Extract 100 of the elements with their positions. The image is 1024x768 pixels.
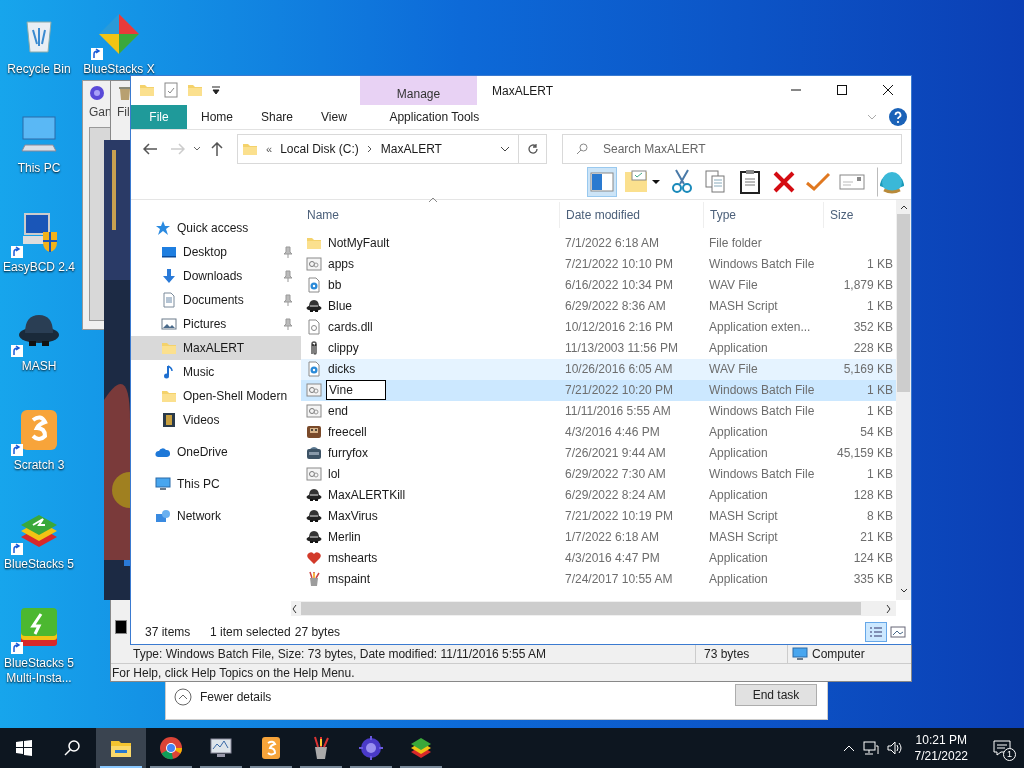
nav-item[interactable]: Open-Shell Modern [131, 383, 301, 408]
file-row[interactable]: dicks 10/26/2016 6:05 AM WAV File 5,169 KB [301, 358, 896, 380]
chevron-up-icon[interactable] [842, 744, 855, 752]
file-row[interactable]: end 11/11/2016 5:55 AM Windows Batch File 1 KB [301, 400, 896, 422]
details-view-icon[interactable] [865, 621, 887, 642]
file-name[interactable]: freecell [328, 423, 367, 442]
maximize-icon [837, 85, 847, 96]
breadcrumb-chevron-icon[interactable] [366, 145, 373, 154]
nav-item[interactable]: Network [131, 503, 301, 528]
file-name[interactable]: apps [328, 255, 355, 274]
back-arrow-icon[interactable] [143, 143, 157, 156]
nav-item[interactable]: OneDrive [131, 439, 301, 464]
nav-item[interactable]: Pictures [131, 311, 301, 336]
column-header[interactable]: Size [823, 201, 894, 228]
breadcrumb-item[interactable]: MaxALERT [380, 140, 442, 159]
ribbon-tab[interactable]: Share [247, 104, 308, 129]
scroll-thumb[interactable] [301, 602, 861, 616]
file-row[interactable]: Vine 7/21/2022 10:20 PM Windows Batch File 1 KB [301, 379, 896, 401]
clock-date[interactable]: 7/21/2022 [914, 748, 968, 764]
file-name[interactable]: MaxVirus [328, 507, 378, 526]
address-bar[interactable]: « Local Disk (C:) MaxALERT [237, 134, 519, 165]
diamond-logo-icon[interactable] [97, 12, 141, 56]
monitor-icon [155, 475, 171, 492]
clock-time[interactable]: 10:21 PM [915, 732, 967, 748]
ribbon-tab[interactable]: Application Tools [375, 104, 493, 129]
fewer-details-link[interactable]: Fewer details [200, 688, 272, 706]
overflow-chevron[interactable]: « [266, 141, 273, 158]
scroll-right-icon[interactable] [884, 603, 892, 614]
preview-pane-button[interactable] [587, 167, 617, 198]
nav-item[interactable]: This PC [131, 471, 301, 496]
file-name[interactable]: Blue [328, 297, 353, 316]
file-name[interactable]: end [328, 402, 349, 421]
file-name[interactable]: cards.dll [328, 318, 373, 337]
file-row[interactable]: freecell 4/3/2016 4:46 PM Application 54 KB [301, 421, 896, 443]
pin-icon[interactable] [283, 293, 293, 306]
recent-locations-icon[interactable] [193, 146, 201, 153]
search-icon [64, 740, 80, 756]
file-name[interactable]: clippy [328, 339, 359, 358]
scroll-left-icon[interactable] [291, 603, 299, 614]
rename-field[interactable]: Vine [326, 380, 386, 401]
volume-icon[interactable] [886, 741, 903, 755]
notification-icon[interactable] [993, 740, 1011, 756]
nav-item[interactable]: Videos [131, 407, 301, 432]
column-header[interactable]: Date modified [559, 201, 703, 228]
file-name[interactable]: lol [328, 465, 340, 484]
search-field[interactable]: Search MaxALERT [562, 134, 902, 165]
date-cell-text: 7/21/2022 10:10 PM [564, 256, 675, 274]
refresh-icon [526, 143, 539, 156]
nav-item[interactable]: Downloads [131, 263, 301, 288]
monitor-chart-icon [209, 736, 233, 760]
file-row[interactable]: clippy 11/13/2003 11:56 PM Application 228 KB [301, 337, 896, 359]
file-row[interactable]: apps 7/21/2022 10:10 PM Windows Batch File 1 KB [301, 253, 896, 275]
file-name[interactable]: mspaint [328, 570, 371, 589]
end-task-button[interactable]: End task [735, 684, 817, 706]
file-name[interactable]: dicks [328, 360, 356, 379]
breadcrumb-item[interactable]: Local Disk (C:) [280, 140, 359, 159]
nav-item[interactable]: Music [131, 359, 301, 384]
type-cell-text: Application [708, 340, 769, 358]
chevron-up-circle-icon[interactable] [174, 688, 192, 706]
file-row[interactable]: mspaint 7/24/2017 10:55 AM Application 335 KB [301, 568, 896, 590]
file-row[interactable]: NotMyFault 7/1/2022 6:18 AM File folder [301, 232, 896, 254]
file-row[interactable]: Merlin 1/7/2022 6:18 AM MASH Script 21 KB [301, 526, 896, 548]
ribbon-tab[interactable]: Home [187, 104, 247, 129]
file-row[interactable]: lol 6/29/2022 7:30 AM Windows Batch File 1 KB [301, 463, 896, 485]
refresh-button[interactable] [519, 134, 547, 165]
date-cell-text: 7/21/2022 10:19 PM [564, 508, 675, 526]
taskbar-app[interactable] [96, 728, 146, 768]
help-icon[interactable] [889, 107, 907, 126]
file-name[interactable]: NotMyFault [328, 234, 390, 253]
sort-ascending-icon[interactable] [428, 196, 438, 203]
file-name[interactable]: MaxALERTKill [328, 486, 406, 505]
horizontal-scrollbar[interactable] [291, 601, 896, 617]
dropdown-caret-icon[interactable] [500, 146, 510, 153]
nav-item[interactable]: MaxALERT [131, 335, 301, 360]
file-row[interactable]: MaxALERTKill 6/29/2022 8:24 AM Application 128 KB [301, 484, 896, 506]
file-name[interactable]: bb [328, 276, 342, 295]
pin-icon[interactable] [283, 245, 293, 258]
network-icon[interactable] [862, 741, 879, 755]
column-header[interactable]: Type [703, 201, 823, 228]
file-row[interactable]: Blue 6/29/2022 8:36 AM MASH Script 1 KB [301, 295, 896, 317]
file-name[interactable]: mshearts [328, 549, 378, 568]
file-row[interactable]: cards.dll 10/12/2016 2:16 PM Application exten... 352 KB [301, 316, 896, 338]
column-header[interactable]: Name [301, 201, 559, 228]
scroll-thumb[interactable] [897, 213, 910, 392]
nav-item[interactable]: Desktop [131, 239, 301, 264]
type-cell-text: Windows Batch File [708, 403, 816, 421]
file-row[interactable]: mshearts 4/3/2016 4:47 PM Application 124 KB [301, 547, 896, 569]
file-name[interactable]: Merlin [328, 528, 361, 547]
up-arrow-icon[interactable] [211, 142, 223, 157]
pin-icon[interactable] [283, 317, 293, 330]
file-name[interactable]: furryfox [328, 444, 368, 463]
file-row[interactable]: MaxVirus 7/21/2022 10:19 PM MASH Script 8 KB [301, 505, 896, 527]
file-row[interactable]: furryfox 7/26/2021 9:44 AM Application 45,159 KB [301, 442, 896, 464]
vertical-scrollbar[interactable] [896, 199, 911, 600]
file-row[interactable]: bb 6/16/2022 10:34 PM WAV File 1,879 KB [301, 274, 896, 296]
size-cell-text: 1 KB [866, 466, 894, 484]
nav-item[interactable]: Documents [131, 287, 301, 312]
nav-item[interactable]: Quick access [131, 215, 301, 240]
ribbon-tab[interactable]: View [307, 104, 361, 129]
pin-icon[interactable] [283, 269, 293, 282]
